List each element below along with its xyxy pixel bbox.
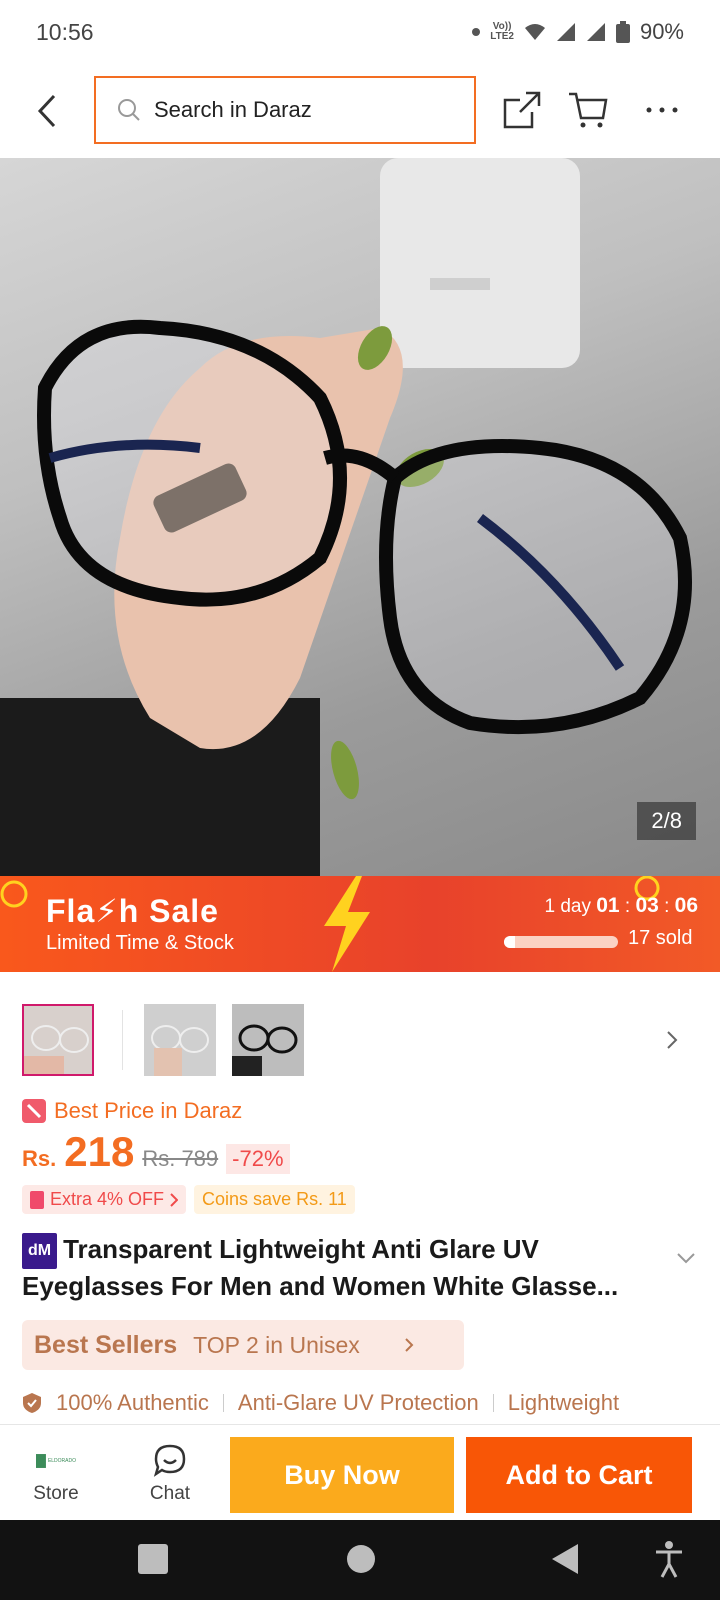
home-icon[interactable] (346, 1544, 376, 1574)
more-options-button[interactable] (634, 82, 690, 138)
battery-percent: 90% (639, 19, 684, 44)
signal-icon-2 (586, 23, 605, 41)
feature-item: Anti-Glare UV Protection (237, 1390, 479, 1415)
best-price-label: Best Price in Daraz (22, 1098, 242, 1124)
countdown-minutes: 03 (635, 894, 659, 917)
store-label: Store (33, 1483, 79, 1504)
product-title-text: Transparent Lightweight Anti Glare UV Ey… (22, 1234, 619, 1301)
thumbnail-3[interactable] (232, 1004, 304, 1076)
notification-dot-icon (472, 28, 481, 36)
best-sellers-rank: TOP 2 in Unisex (193, 1331, 360, 1358)
feature-divider (222, 1394, 224, 1412)
price-tag-icon (22, 1099, 46, 1123)
back-nav-icon[interactable] (550, 1542, 580, 1576)
chevron-right-icon (170, 1192, 179, 1207)
promo-row: Extra 4% OFF Coins save Rs. 11 (22, 1185, 355, 1214)
share-icon (503, 91, 541, 129)
status-icons: Vo)) LTE2 90% (472, 19, 684, 45)
best-sellers-title: Best Sellers (34, 1330, 178, 1359)
product-image-gallery[interactable]: 2/8 (0, 158, 720, 876)
extra-off-voucher[interactable]: Extra 4% OFF (22, 1185, 187, 1214)
system-navigation-bar (0, 1520, 720, 1600)
product-photo (0, 158, 692, 876)
thumbnail-strip (22, 1004, 702, 1078)
price-row: Rs. 218 Rs. 789 -72% (22, 1128, 290, 1176)
cart-button[interactable] (560, 82, 616, 138)
best-price-text: Best Price in Daraz (54, 1098, 243, 1123)
volte-icon: Vo)) LTE2 (490, 21, 514, 42)
coins-text: Coins save Rs. 11 (202, 1189, 347, 1209)
clock: 10:56 (36, 18, 94, 45)
feature-item: Lightweight (507, 1390, 620, 1415)
discount-badge: -72% (226, 1144, 290, 1174)
chevron-right-icon (405, 1338, 414, 1352)
back-arrow-icon (37, 94, 56, 128)
thumbnail-1[interactable] (22, 1004, 94, 1076)
countdown-hours: 01 (596, 894, 620, 917)
brand-badge: dM (22, 1233, 58, 1269)
search-input[interactable]: Search in Daraz (94, 76, 476, 144)
store-logo-text: ELDORADO (47, 1458, 76, 1464)
sold-progress-bar (504, 936, 618, 948)
top-header: Search in Daraz (0, 64, 720, 158)
coins-badge: Coins save Rs. 11 (194, 1185, 355, 1214)
current-price: 218 (64, 1128, 135, 1175)
shield-check-icon (23, 1393, 41, 1413)
countdown-seconds: 06 (674, 894, 698, 917)
add-to-cart-button[interactable]: Add to Cart (466, 1437, 692, 1513)
battery-icon (615, 21, 630, 43)
flash-sale-title: Fla⚡h Sale (46, 893, 219, 929)
search-icon (118, 99, 140, 121)
chat-button[interactable]: Chat (130, 1443, 210, 1505)
more-icon (646, 107, 678, 113)
thumbnail-image (232, 1004, 304, 1076)
share-button[interactable] (494, 82, 550, 138)
flash-sale-subtitle: Limited Time & Stock (46, 932, 234, 954)
image-counter: 2/8 (637, 802, 696, 840)
status-bar: 10:56 Vo)) LTE2 90% (0, 0, 720, 64)
lightning-bolt-icon (324, 876, 370, 972)
chevron-down-icon[interactable] (676, 1252, 696, 1264)
countdown-days: 1 day (544, 896, 591, 917)
back-button[interactable] (0, 64, 94, 158)
thumbnail-divider (122, 1010, 123, 1070)
store-logo: ELDORADO (36, 1451, 76, 1471)
accessibility-icon[interactable] (654, 1540, 684, 1578)
feature-divider (492, 1394, 494, 1412)
sold-progress-fill (504, 936, 516, 948)
sold-count: 17 sold (628, 927, 693, 949)
feature-item: 100% Authentic (56, 1390, 209, 1415)
buy-now-button[interactable]: Buy Now (230, 1437, 454, 1513)
currency: Rs. (22, 1146, 57, 1171)
voucher-icon (30, 1190, 44, 1209)
thumbnail-image (24, 1006, 92, 1074)
store-logo-icon (36, 1454, 46, 1468)
thumbnail-image (144, 1004, 216, 1076)
chat-icon (153, 1444, 186, 1477)
recents-icon[interactable] (138, 1544, 168, 1574)
search-placeholder: Search in Daraz (154, 97, 312, 122)
cart-icon (569, 92, 608, 128)
bottom-action-bar: ELDORADO Store Chat Buy Now Add to Cart (0, 1424, 720, 1520)
extra-off-text: Extra 4% OFF (50, 1189, 165, 1209)
thumbnail-2[interactable] (144, 1004, 216, 1076)
original-price: Rs. 789 (142, 1146, 219, 1171)
chat-label: Chat (149, 1483, 191, 1504)
clock-icon (0, 880, 28, 908)
feature-highlights[interactable]: 100% Authentic Anti-Glare UV Protection … (22, 1390, 720, 1416)
best-sellers-banner[interactable]: Best Sellers TOP 2 in Unisex (22, 1320, 464, 1370)
signal-icon (556, 23, 575, 41)
product-title: dM Transparent Lightweight Anti Glare UV … (22, 1232, 662, 1303)
flash-sale-banner[interactable]: Fla⚡h Sale Limited Time & Stock 1 day 01… (0, 876, 720, 972)
wifi-icon (524, 24, 545, 40)
store-button[interactable]: ELDORADO Store (16, 1443, 96, 1505)
countdown-timer: 1 day 01 : 03 : 06 (544, 894, 698, 917)
chevron-right-icon[interactable] (666, 1030, 678, 1050)
